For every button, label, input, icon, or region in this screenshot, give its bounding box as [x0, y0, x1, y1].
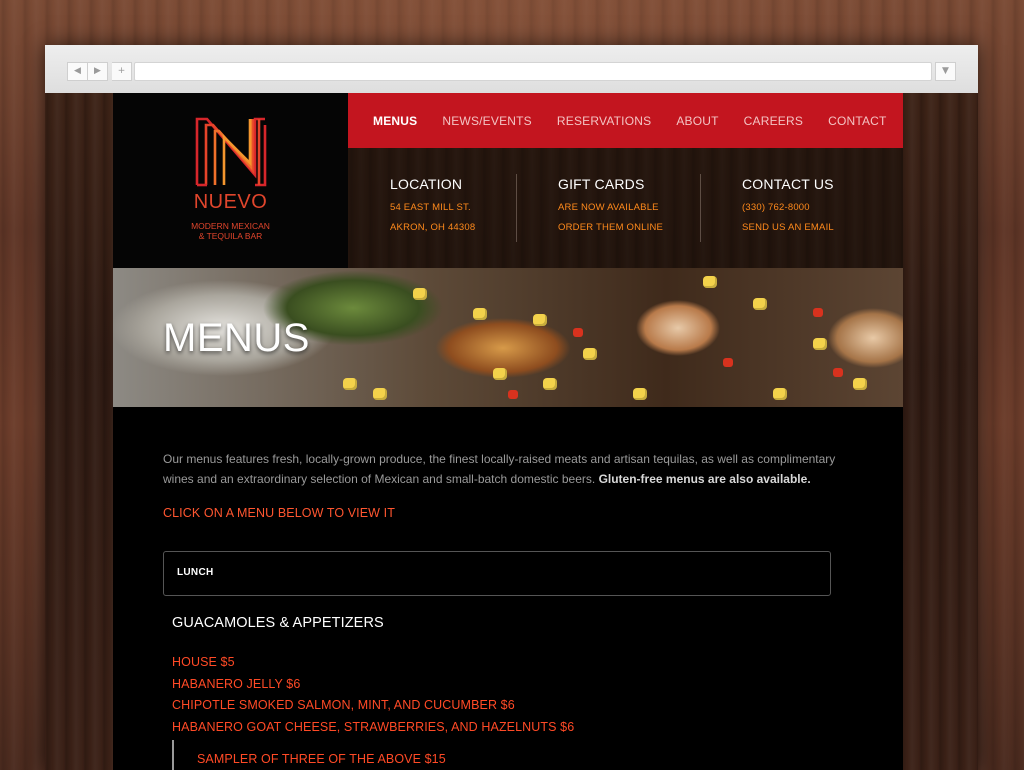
brand-tagline-line1: MODERN MEXICAN: [191, 221, 270, 231]
menu-item: HABANERO JELLY $6: [172, 676, 301, 691]
brand-name: NUEVO: [193, 191, 268, 213]
menu-cta: CLICK ON A MENU BELOW TO VIEW IT: [163, 506, 395, 520]
brand-tagline: MODERN MEXICAN & TEQUILA BAR: [113, 221, 348, 241]
divider: [700, 174, 701, 242]
menu-sub-item: SAMPLER OF THREE OF THE ABOVE $15: [197, 752, 446, 766]
info-bar: LOCATION 54 EAST MILL ST. AKRON, OH 4430…: [348, 148, 903, 268]
nav-contact[interactable]: CONTACT: [828, 114, 887, 128]
new-tab-icon[interactable]: +: [112, 62, 132, 81]
back-icon[interactable]: ◀: [67, 62, 88, 81]
browser-toolbar: ◀ ▶ + ▼: [45, 45, 978, 94]
logo[interactable]: NUEVO MODERN MEXICAN & TEQUILA BAR: [113, 93, 348, 268]
menu-selector[interactable]: LUNCH: [163, 551, 831, 596]
hero-banner: MENUS: [113, 268, 903, 407]
contact-phone[interactable]: (330) 762-8000: [742, 198, 834, 218]
nav-news-events[interactable]: NEWS/EVENTS: [442, 114, 532, 128]
contact-block: CONTACT US (330) 762-8000 SEND US AN EMA…: [742, 176, 834, 238]
chevron-down-icon[interactable]: ▼: [935, 62, 956, 81]
menu-item: HOUSE $5: [172, 655, 235, 669]
menu-item: HABANERO GOAT CHEESE, STRAWBERRIES, AND …: [172, 720, 575, 735]
nav-about[interactable]: ABOUT: [676, 114, 718, 128]
main-nav: MENUS NEWS/EVENTS RESERVATIONS ABOUT CAR…: [348, 93, 903, 148]
contact-email-link[interactable]: SEND US AN EMAIL: [742, 218, 834, 238]
gift-cards-order-link[interactable]: ORDER THEM ONLINE: [558, 218, 663, 238]
gift-cards-available[interactable]: ARE NOW AVAILABLE: [558, 198, 663, 218]
browser-window: ◀ ▶ + ▼ NUEVO MODERN MEXICAN & TEQUILA B…: [45, 45, 978, 770]
sub-item-indicator: [172, 740, 174, 770]
nav-reservations[interactable]: RESERVATIONS: [557, 114, 651, 128]
gift-cards-block: GIFT CARDS ARE NOW AVAILABLE ORDER THEM …: [558, 176, 663, 238]
divider: [516, 174, 517, 242]
menu-selector-label: LUNCH: [177, 567, 214, 578]
main-content: Our menus features fresh, locally-grown …: [113, 407, 903, 770]
intro-text: Our menus features fresh, locally-grown …: [163, 449, 843, 489]
contact-title: CONTACT US: [742, 176, 834, 192]
forward-icon[interactable]: ▶: [88, 62, 108, 81]
address-bar[interactable]: [134, 62, 932, 81]
gluten-free-note: Gluten-free menus are also available.: [598, 472, 811, 486]
web-page: NUEVO MODERN MEXICAN & TEQUILA BAR MENUS…: [45, 93, 978, 770]
location-block: LOCATION 54 EAST MILL ST. AKRON, OH 4430…: [390, 176, 475, 238]
menu-item: CHIPOTLE SMOKED SALMON, MINT, AND CUCUMB…: [172, 698, 515, 713]
location-address[interactable]: 54 EAST MILL ST.: [390, 198, 475, 218]
gift-cards-title: GIFT CARDS: [558, 176, 645, 192]
menu-items: HOUSE $5 HABANERO JELLY $6 CHIPOTLE SMOK…: [172, 652, 574, 739]
location-title: LOCATION: [390, 176, 463, 192]
page-title: MENUS: [163, 316, 310, 360]
brand-tagline-line2: & TEQUILA BAR: [198, 231, 263, 241]
nav-careers[interactable]: CAREERS: [744, 114, 803, 128]
browser-nav-buttons: ◀ ▶ +: [67, 62, 132, 81]
location-city[interactable]: AKRON, OH 44308: [390, 218, 475, 238]
section-title: GUACAMOLES & APPETIZERS: [172, 615, 384, 631]
nuevo-n-logo-icon: [195, 117, 267, 187]
nav-menus[interactable]: MENUS: [373, 114, 417, 128]
